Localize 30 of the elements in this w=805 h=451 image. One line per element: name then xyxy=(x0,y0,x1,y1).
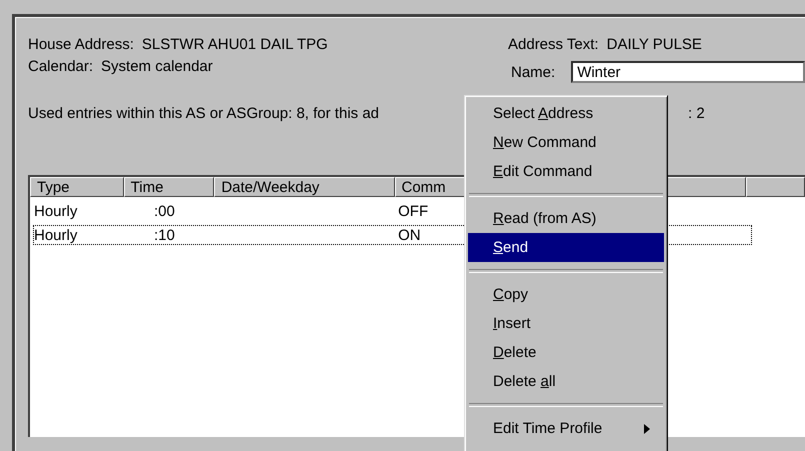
column-header[interactable] xyxy=(746,177,805,197)
menu-item[interactable]: New Command xyxy=(468,128,664,157)
usage-text: Used entries within this AS or ASGroup: 8, for this ad xyxy=(28,105,380,122)
calendar-value: System calendar xyxy=(101,58,213,74)
menu-item[interactable]: Insert xyxy=(468,309,664,338)
table-cell: :00 xyxy=(154,202,175,220)
menu-item[interactable]: Send xyxy=(468,233,664,262)
table-cell: ON xyxy=(398,226,421,244)
column-header[interactable]: Type xyxy=(30,177,124,197)
menu-item[interactable]: Copy xyxy=(468,280,664,309)
menu-item[interactable]: Delete xyxy=(468,338,664,367)
menu-item[interactable]: Select Address xyxy=(468,99,664,128)
name-label: Name: xyxy=(511,64,556,80)
column-header[interactable]: Date/Weekday xyxy=(214,177,394,197)
table-cell: Hourly xyxy=(34,226,78,244)
column-header[interactable]: Time xyxy=(124,177,214,197)
table-cell: :10 xyxy=(154,226,175,244)
table-cell: OFF xyxy=(398,202,428,220)
name-field[interactable]: Winter xyxy=(571,61,805,83)
address-text-label: Address Text: xyxy=(508,36,599,52)
calendar-label: Calendar: xyxy=(28,58,94,74)
address-text-value: DAILY PULSE xyxy=(606,36,702,52)
menu-item[interactable]: Edit Time Profile xyxy=(468,414,664,443)
table-cell: Hourly xyxy=(34,202,78,220)
usage-count-text: : 2 xyxy=(688,105,705,124)
house-address-value: SLSTWR AHU01 DAIL TPG xyxy=(142,36,328,52)
menu-item[interactable]: Edit Command xyxy=(468,157,664,186)
menu-item[interactable]: Delete all xyxy=(468,367,664,396)
house-address-label: House Address: xyxy=(28,36,134,52)
submenu-arrow-icon xyxy=(644,424,650,434)
